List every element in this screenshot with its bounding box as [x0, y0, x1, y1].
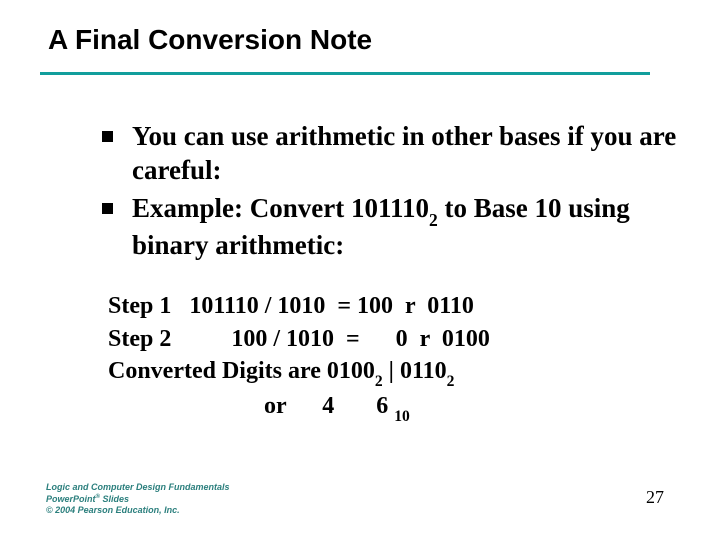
step-1: Step 1 101110 / 1010 = 100 r 0110	[108, 293, 474, 319]
step-4-sub: 10	[394, 408, 410, 425]
slide: A Final Conversion Note You can use arit…	[0, 0, 720, 540]
step-3-pre: Converted Digits are 0100	[108, 358, 375, 384]
bullet-2-pre: Example: Convert 101110	[132, 193, 429, 223]
bullet-1-text: You can use arithmetic in other bases if…	[132, 121, 676, 185]
footer-line2: PowerPoint® Slides	[46, 494, 230, 505]
footer-line3: © 2004 Pearson Education, Inc.	[46, 505, 230, 516]
title-underline	[40, 72, 650, 75]
footer-line2a: PowerPoint	[46, 494, 96, 504]
step-3-sub2: 2	[447, 373, 455, 390]
bullet-2-sub: 2	[429, 210, 438, 230]
slide-title: A Final Conversion Note	[48, 24, 372, 56]
bullet-2: Example: Convert 1011102 to Base 10 usin…	[102, 192, 702, 263]
footer-line2b: Slides	[100, 494, 129, 504]
steps-block: Step 1 101110 / 1010 = 100 r 0110 Step 2…	[108, 258, 490, 457]
step-2: Step 2 100 / 1010 = 0 r 0100	[108, 326, 490, 352]
bullet-list: You can use arithmetic in other bases if…	[62, 120, 702, 267]
page-number: 27	[646, 487, 664, 508]
step-3-mid: | 0110	[383, 358, 447, 384]
step-3-sub1: 2	[375, 373, 383, 390]
bullet-1: You can use arithmetic in other bases if…	[102, 120, 702, 188]
step-4: or 4 6	[108, 393, 394, 419]
footer-credit: Logic and Computer Design Fundamentals P…	[46, 482, 230, 516]
footer-line1: Logic and Computer Design Fundamentals	[46, 482, 230, 493]
